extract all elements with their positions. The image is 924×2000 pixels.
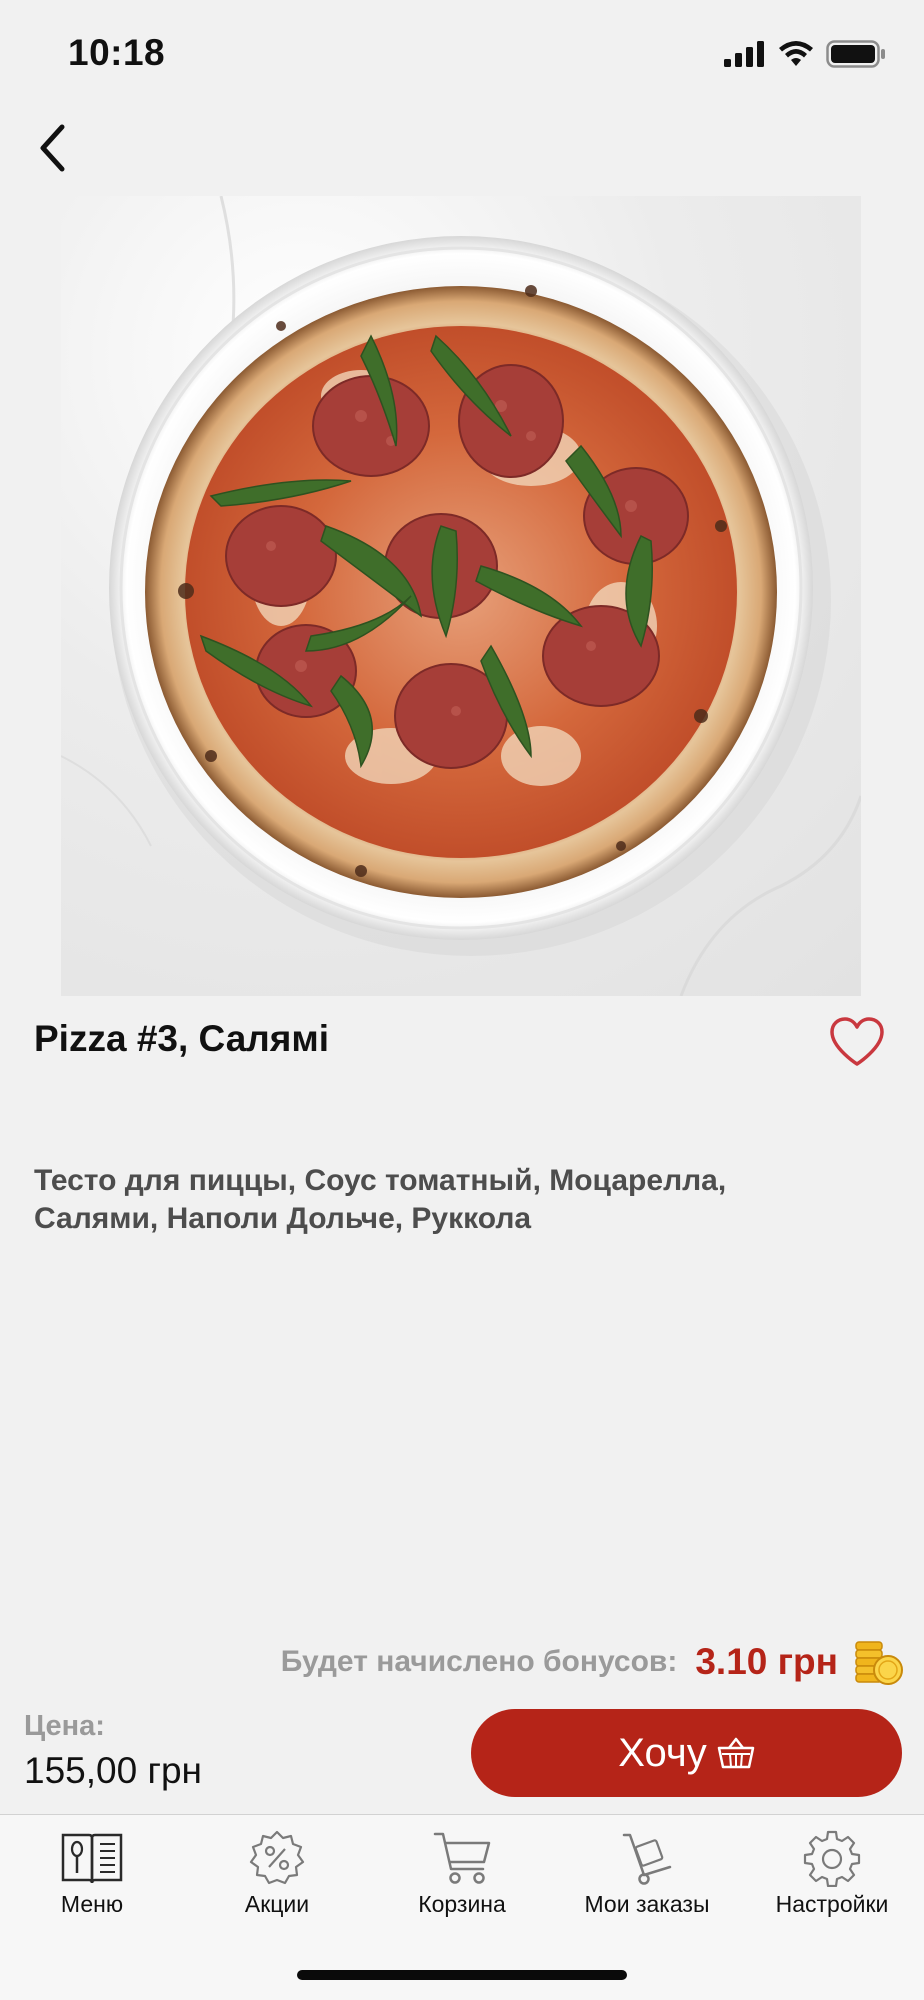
tab-settings[interactable]: Настройки — [740, 1829, 924, 1918]
price-label: Цена: — [24, 1710, 105, 1742]
basket-icon — [717, 1737, 754, 1769]
status-icons — [724, 40, 886, 68]
tab-cart[interactable]: Корзина — [370, 1829, 554, 1918]
tab-label: Меню — [60, 1891, 124, 1917]
chevron-left-icon — [40, 124, 65, 172]
discount-badge-icon — [249, 1830, 305, 1885]
tab-promotions[interactable]: Акции — [185, 1829, 369, 1918]
bonus-label: Будет начислено бонусов: — [280, 1645, 678, 1678]
bonus-amount: 3.10 грн — [695, 1641, 838, 1682]
tab-menu[interactable]: Меню — [0, 1829, 184, 1918]
favorite-button[interactable] — [828, 1016, 886, 1068]
want-button[interactable]: Хочу — [471, 1709, 902, 1797]
battery-icon — [826, 40, 885, 68]
menu-book-icon — [61, 1833, 123, 1884]
tab-bar: Меню Акции Корзина Мои заказы Настройки — [0, 1814, 924, 2000]
pizza-photo-icon — [61, 196, 861, 996]
product-image — [61, 196, 861, 996]
tab-label: Мои заказы — [584, 1891, 710, 1917]
tab-label: Настройки — [775, 1891, 889, 1917]
coins-icon — [855, 1641, 903, 1685]
gear-icon — [803, 1830, 861, 1887]
tab-label: Корзина — [418, 1891, 506, 1917]
back-button[interactable] — [22, 118, 82, 178]
product-screen: 10:18 Pizza #3, Салямі Тесто для пиццы, … — [0, 0, 924, 2000]
product-description: Тесто для пиццы, Соус томатный, Моцарелл… — [34, 1164, 727, 1235]
heart-icon — [830, 1017, 884, 1066]
cart-icon — [433, 1832, 491, 1884]
tab-label: Акции — [244, 1891, 310, 1917]
home-indicator — [297, 1970, 627, 1980]
price-value: 155,00 грн — [24, 1750, 202, 1791]
bonus-row: Будет начислено бонусов: 3.10 грн — [281, 1636, 904, 1688]
want-button-label: Хочу — [618, 1730, 707, 1775]
wifi-icon — [779, 41, 813, 66]
product-title: Pizza #3, Салямі — [34, 1018, 330, 1059]
status-bar: 10:18 — [0, 0, 924, 110]
signal-icon — [724, 41, 764, 67]
status-time: 10:18 — [68, 32, 166, 73]
tab-my-orders[interactable]: Мои заказы — [555, 1829, 739, 1918]
delivery-cart-icon — [622, 1833, 672, 1885]
